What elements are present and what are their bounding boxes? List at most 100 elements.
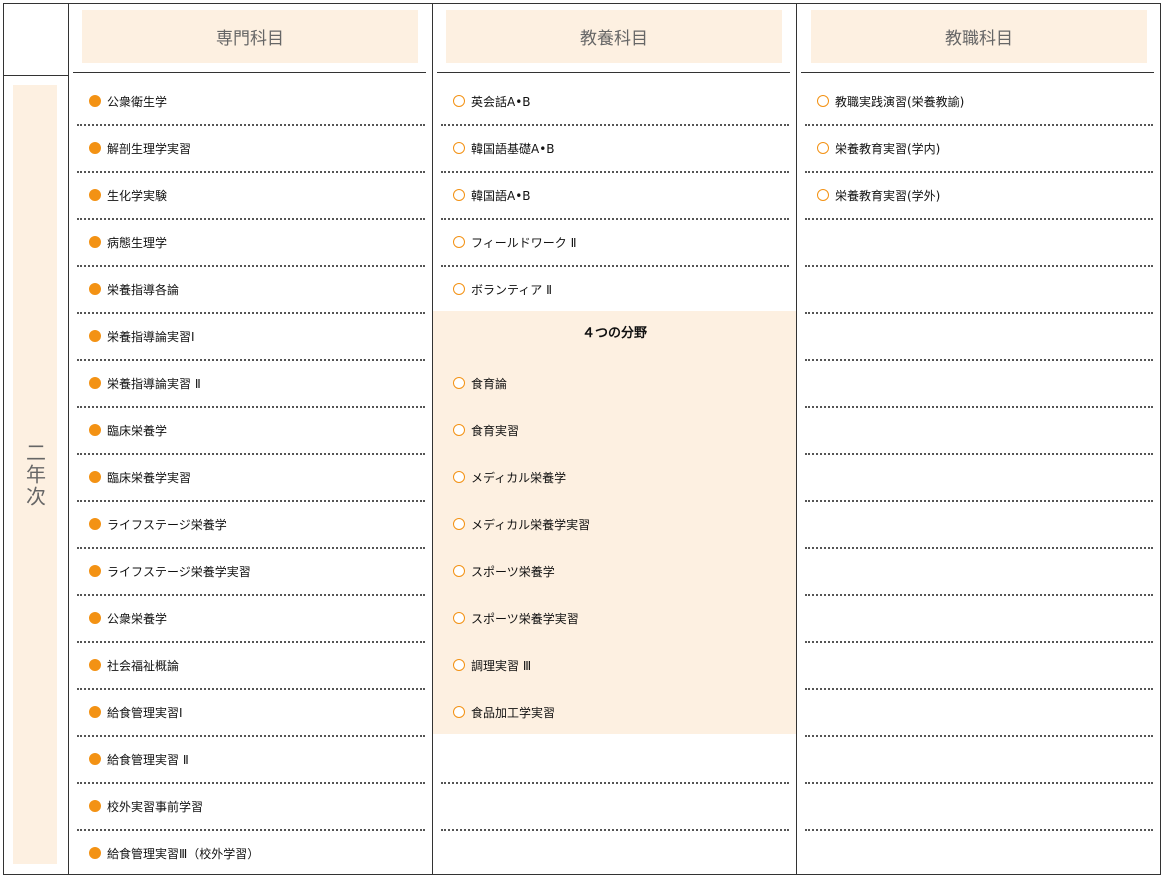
course-name: 給食管理実習Ⅰ [107,705,183,720]
column-title: 教養科目 [580,29,648,49]
course-item: 韓国語基礎A•B [453,126,555,170]
required-course-dot-icon [89,283,101,295]
table-row: 英会話A•B [441,79,789,126]
empty-row [805,784,1153,831]
table-row: 食育論 [441,361,789,408]
empty-row [805,455,1153,502]
course-item: ライフステージ栄養学 [89,502,227,546]
course-item: 公衆栄養学 [89,596,167,640]
course-item: メディカル栄養学 [453,455,566,499]
column-title: 専門科目 [216,29,284,49]
table-row: 給食管理実習 Ⅱ [77,737,425,784]
course-name: ライフステージ栄養学 [107,517,227,532]
required-course-dot-icon [89,377,101,389]
empty-row [805,361,1153,408]
elective-course-circle-icon [453,95,465,107]
elective-course-circle-icon [453,612,465,624]
empty-row [441,737,789,784]
empty-row [805,408,1153,455]
course-item: 校外実習事前学習 [89,784,203,828]
required-course-dot-icon [89,236,101,248]
column-title: 教職科目 [945,29,1013,49]
table-row: 韓国語A•B [441,173,789,220]
course-item: 韓国語A•B [453,173,531,217]
course-name: メディカル栄養学実習 [471,517,591,532]
course-name: スポーツ栄養学 [471,564,555,579]
table-row: メディカル栄養学 [441,455,789,502]
course-item: 食品加工学実習 [453,690,555,734]
course-name: 韓国語A•B [471,188,531,203]
divider [437,72,790,73]
course-item: 病態生理学 [89,220,167,264]
table-row: 病態生理学 [77,220,425,267]
course-item: 解剖生理学実習 [89,126,191,170]
required-course-dot-icon [89,565,101,577]
course-item: フィールドワーク Ⅱ [453,220,576,264]
course-item: 調理実習 Ⅲ [453,643,531,687]
course-item: スポーツ栄養学実習 [453,596,579,640]
elective-course-circle-icon [453,142,465,154]
course-name: 臨床栄養学実習 [107,470,192,485]
course-name: 食品加工学実習 [471,705,556,720]
elective-course-circle-icon [453,471,465,483]
table-row: 解剖生理学実習 [77,126,425,173]
divider [801,72,1154,73]
course-item: 栄養教育実習(学外) [817,173,940,217]
course-name: 社会福祉概論 [107,658,180,673]
course-item: 栄養指導各論 [89,267,179,311]
course-name: 解剖生理学実習 [107,141,192,156]
elective-course-circle-icon [453,236,465,248]
required-course-dot-icon [89,142,101,154]
course-item: 英会話A•B [453,79,531,123]
table-row: メディカル栄養学実習 [441,502,789,549]
course-item: 公衆衛生学 [89,79,167,123]
course-name: ライフステージ栄養学実習 [107,564,251,579]
divider [68,3,69,875]
course-item: 給食管理実習 Ⅱ [89,737,189,781]
table-row: 臨床栄養学 [77,408,425,455]
column-header-senmon: 専門科目 [82,10,418,63]
elective-course-circle-icon [453,189,465,201]
required-course-dot-icon [89,424,101,436]
table-row: 校外実習事前学習 [77,784,425,831]
course-name: 食育実習 [471,423,520,438]
course-name: 栄養指導論実習Ⅰ [107,329,195,344]
table-row: ボランティア Ⅱ [441,267,789,314]
course-name: 栄養教育実習(学内) [835,141,941,156]
course-name: 栄養教育実習(学外) [835,188,941,203]
table-row: ライフステージ栄養学 [77,502,425,549]
course-name: 栄養指導各論 [107,282,180,297]
table-row: 栄養教育実習(学外) [805,173,1153,220]
table-row: 公衆栄養学 [77,596,425,643]
divider [3,75,69,76]
table-row: 栄養指導論実習 Ⅱ [77,361,425,408]
table-row: スポーツ栄養学実習 [441,596,789,643]
course-item: 給食管理実習Ⅲ（校外学習） [89,831,259,875]
required-course-dot-icon [89,753,101,765]
required-course-dot-icon [89,330,101,342]
table-row: 調理実習 Ⅲ [441,643,789,690]
table-row: 食品加工学実習 [441,690,789,737]
table-row: スポーツ栄養学 [441,549,789,596]
table-row: 栄養教育実習(学内) [805,126,1153,173]
divider [796,3,797,875]
course-item: 栄養指導論実習 Ⅱ [89,361,201,405]
course-item: 臨床栄養学 [89,408,167,452]
empty-row [805,502,1153,549]
table-row: 食育実習 [441,408,789,455]
course-item: 食育論 [453,361,507,405]
table-row: 臨床栄養学実習 [77,455,425,502]
elective-course-circle-icon [817,142,829,154]
required-course-dot-icon [89,659,101,671]
course-item: ライフステージ栄養学実習 [89,549,251,593]
table-row: 公衆衛生学 [77,79,425,126]
table-row: 給食管理実習Ⅰ [77,690,425,737]
course-name: 給食管理実習Ⅲ（校外学習） [107,846,260,861]
table-row: 栄養指導論実習Ⅰ [77,314,425,361]
required-course-dot-icon [89,189,101,201]
course-name: 調理実習 Ⅲ [471,658,532,673]
course-item: 食育実習 [453,408,519,452]
course-name: 公衆栄養学 [107,611,168,626]
empty-row [805,596,1153,643]
elective-course-circle-icon [453,706,465,718]
